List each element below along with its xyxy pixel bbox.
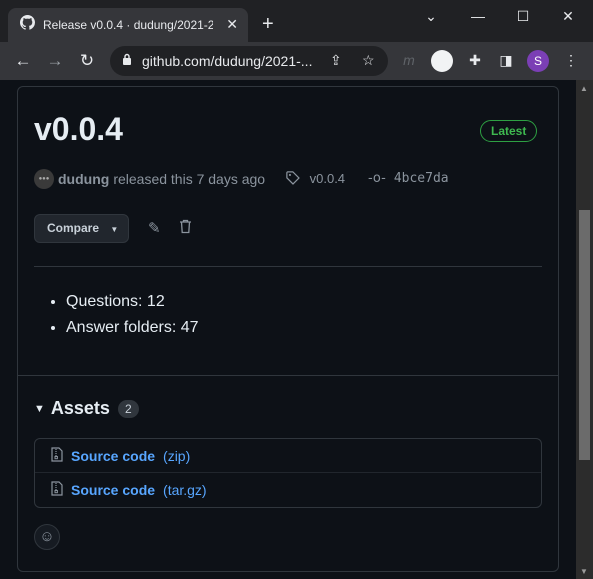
title-bar: Release v0.0.4 · dudung/2021-2-f ✕ + ⌄ —… bbox=[0, 0, 593, 42]
edit-pencil-icon[interactable]: ✎ bbox=[148, 219, 161, 237]
smiley-reaction-icon[interactable]: ☺ bbox=[34, 524, 60, 550]
extension-icon[interactable] bbox=[431, 50, 453, 72]
release-meta: ●●● dudung released this 7 days ago bbox=[34, 169, 265, 189]
commit-icon: -o- bbox=[368, 171, 386, 186]
author-avatar[interactable]: ●●● bbox=[34, 169, 54, 189]
scroll-down-icon[interactable]: ▼ bbox=[580, 567, 588, 576]
tag-link[interactable]: v0.0.4 bbox=[286, 171, 345, 186]
triangle-down-icon: ▼ bbox=[34, 402, 45, 415]
asset-name[interactable]: Source code bbox=[71, 482, 155, 498]
bookmark-star-icon[interactable]: ☆ bbox=[362, 52, 375, 69]
trash-icon[interactable] bbox=[179, 219, 192, 238]
address-bar[interactable]: github.com/dudung/2021-... ⇪ ☆ bbox=[110, 46, 388, 76]
file-zip-icon bbox=[51, 481, 63, 499]
asset-name[interactable]: Source code bbox=[71, 448, 155, 464]
tab-title: Release v0.0.4 · dudung/2021-2-f bbox=[43, 18, 213, 32]
scrollbar[interactable]: ▲ ▼ bbox=[576, 80, 593, 579]
file-zip-icon bbox=[51, 446, 63, 465]
assets-heading: Assets bbox=[50, 398, 110, 418]
compare-button[interactable]: Compare ▼ bbox=[34, 214, 129, 243]
page-content: v0.0.4 Latest ●●● dudung released this 7… bbox=[0, 80, 576, 579]
tag-label: v0.0.4 bbox=[309, 171, 346, 186]
commit-hash: 4bce7da bbox=[393, 171, 449, 186]
forward-icon[interactable]: → bbox=[44, 51, 66, 71]
latest-badge: Latest bbox=[480, 120, 538, 142]
release-version[interactable]: v0.0.4 bbox=[34, 111, 123, 148]
menu-icon[interactable]: ⋮ bbox=[560, 52, 582, 69]
assets-list: Source code (zip) Source code (tar.gz) bbox=[34, 438, 542, 508]
release-notes: Questions: 12 Answer folders: 47 bbox=[48, 293, 199, 345]
profile-avatar[interactable]: S bbox=[527, 50, 549, 72]
tag-icon bbox=[286, 171, 310, 186]
compare-label: Compare bbox=[47, 221, 100, 235]
section-divider bbox=[18, 375, 558, 376]
note-item: Questions: 12 bbox=[66, 293, 199, 311]
minimize-button[interactable]: — bbox=[468, 8, 488, 24]
commit-link[interactable]: -o- 4bce7da bbox=[368, 171, 449, 186]
scroll-thumb[interactable] bbox=[579, 210, 590, 460]
url-text: github.com/dudung/2021-... bbox=[142, 53, 313, 69]
author-link[interactable]: dudung bbox=[58, 171, 109, 187]
side-panel-icon[interactable]: ◨ bbox=[495, 52, 517, 69]
assets-toggle[interactable]: ▼ Assets 2 bbox=[34, 398, 139, 419]
tab-close-icon[interactable]: ✕ bbox=[226, 16, 238, 33]
assets-count: 2 bbox=[117, 399, 139, 418]
puzzle-icon[interactable]: ✚ bbox=[464, 52, 486, 69]
github-icon bbox=[20, 15, 36, 35]
asset-row-zip[interactable]: Source code (zip) bbox=[35, 439, 541, 473]
divider bbox=[34, 266, 542, 267]
scroll-up-icon[interactable]: ▲ bbox=[580, 84, 588, 93]
lock-icon bbox=[122, 52, 132, 70]
asset-format[interactable]: (zip) bbox=[163, 448, 190, 464]
browser-tab[interactable]: Release v0.0.4 · dudung/2021-2-f ✕ bbox=[8, 8, 248, 42]
note-item: Answer folders: 47 bbox=[66, 319, 199, 337]
asset-row-targz[interactable]: Source code (tar.gz) bbox=[35, 473, 541, 507]
share-icon[interactable]: ⇪ bbox=[330, 52, 342, 69]
asset-format[interactable]: (tar.gz) bbox=[163, 482, 207, 498]
reload-icon[interactable]: ↻ bbox=[76, 51, 98, 71]
new-tab-button[interactable]: + bbox=[262, 14, 274, 34]
close-window-button[interactable]: ✕ bbox=[558, 8, 578, 25]
maximize-button[interactable]: ☐ bbox=[513, 8, 533, 25]
release-card: v0.0.4 Latest ●●● dudung released this 7… bbox=[17, 86, 559, 572]
extension-m-icon[interactable]: m bbox=[398, 52, 420, 68]
back-icon[interactable]: ← bbox=[12, 51, 34, 71]
caret-down-icon: ▼ bbox=[110, 225, 119, 234]
released-text: released this 7 days ago bbox=[113, 171, 266, 187]
chevron-down-icon[interactable]: ⌄ bbox=[421, 8, 441, 25]
